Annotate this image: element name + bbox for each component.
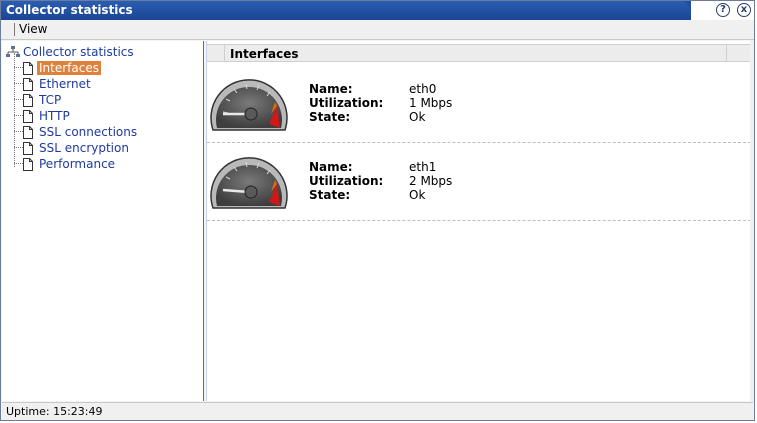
document-icon bbox=[23, 93, 33, 107]
menu-bar: View bbox=[1, 20, 754, 40]
header-divider bbox=[224, 45, 225, 61]
document-icon bbox=[23, 141, 33, 155]
tree-connector bbox=[14, 67, 23, 68]
state-label: State: bbox=[309, 110, 351, 124]
tree-item-ethernet[interactable]: Ethernet bbox=[23, 76, 93, 92]
state-value: Ok bbox=[409, 188, 426, 202]
tree-root[interactable]: Collector statistics bbox=[6, 44, 134, 60]
tree-item-label: Performance bbox=[39, 157, 116, 171]
gauge-icon bbox=[210, 157, 288, 209]
tree-item-tcp[interactable]: TCP bbox=[23, 92, 63, 108]
right-edge bbox=[750, 41, 754, 401]
uptime-text: Uptime: 15:23:49 bbox=[6, 405, 103, 418]
document-icon bbox=[23, 77, 33, 91]
interface-details: Name: eth1 Utilization: 2 Mbps State: Ok bbox=[309, 160, 452, 202]
tree-item-label: TCP bbox=[39, 93, 62, 107]
name-value: eth1 bbox=[409, 160, 437, 174]
tree-connector bbox=[14, 147, 23, 148]
tree-item-label: SSL encryption bbox=[39, 141, 129, 155]
panel-title: Interfaces bbox=[230, 47, 299, 61]
utilization-value: 2 Mbps bbox=[409, 174, 453, 188]
tree-connector bbox=[14, 53, 15, 167]
name-value: eth0 bbox=[409, 82, 437, 96]
interface-row: Name: eth0 Utilization: 1 Mbps State: Ok bbox=[207, 65, 751, 143]
menu-view[interactable]: View bbox=[19, 22, 47, 36]
document-icon bbox=[23, 109, 33, 123]
network-tree-icon bbox=[6, 46, 20, 57]
header-divider bbox=[726, 45, 727, 61]
tree-item-http[interactable]: HTTP bbox=[23, 108, 72, 124]
tree-connector bbox=[14, 99, 23, 100]
tree-item-interfaces[interactable]: Interfaces bbox=[23, 60, 101, 76]
document-icon bbox=[23, 61, 33, 75]
close-icon[interactable]: x bbox=[737, 3, 751, 17]
utilization-label: Utilization: bbox=[309, 96, 384, 110]
interface-details: Name: eth0 Utilization: 1 Mbps State: Ok bbox=[309, 82, 452, 124]
tree-item-ssl-connections[interactable]: SSL connections bbox=[23, 124, 139, 140]
app-window: Collector statistics ? x View Collector … bbox=[0, 0, 755, 421]
tree-item-performance[interactable]: Performance bbox=[23, 156, 117, 172]
interface-row: Name: eth1 Utilization: 2 Mbps State: Ok bbox=[207, 143, 751, 221]
document-icon bbox=[23, 157, 33, 171]
window-title: Collector statistics bbox=[6, 3, 133, 17]
tree-item-ssl-encryption[interactable]: SSL encryption bbox=[23, 140, 131, 156]
state-label: State: bbox=[309, 188, 351, 202]
document-icon bbox=[23, 125, 33, 139]
tree-item-label: SSL connections bbox=[39, 125, 138, 139]
menu-separator bbox=[14, 23, 15, 36]
tree-item-label: HTTP bbox=[39, 109, 70, 123]
utilization-value: 1 Mbps bbox=[409, 96, 453, 110]
panel-header: Interfaces bbox=[207, 44, 751, 62]
tree-item-label: Ethernet bbox=[39, 77, 91, 91]
utilization-label: Utilization: bbox=[309, 174, 384, 188]
state-value: Ok bbox=[409, 110, 426, 124]
status-bar: Uptime: 15:23:49 bbox=[2, 402, 753, 420]
tree-item-label: Interfaces bbox=[37, 61, 101, 75]
tree-connector bbox=[14, 115, 23, 116]
tree-connector bbox=[14, 163, 23, 164]
title-bar: Collector statistics ? x bbox=[1, 1, 754, 20]
tree-root-label: Collector statistics bbox=[23, 45, 134, 59]
gauge-icon bbox=[210, 79, 288, 131]
tree-connector bbox=[14, 131, 23, 132]
name-label: Name: bbox=[309, 82, 353, 96]
navigation-tree: Collector statistics Interfaces Ethernet… bbox=[2, 41, 204, 401]
tree-connector bbox=[14, 83, 23, 84]
content-panel: Interfaces Name: eth0 Utilization: 1 Mbp… bbox=[206, 41, 751, 401]
name-label: Name: bbox=[309, 160, 353, 174]
help-icon[interactable]: ? bbox=[716, 3, 730, 17]
